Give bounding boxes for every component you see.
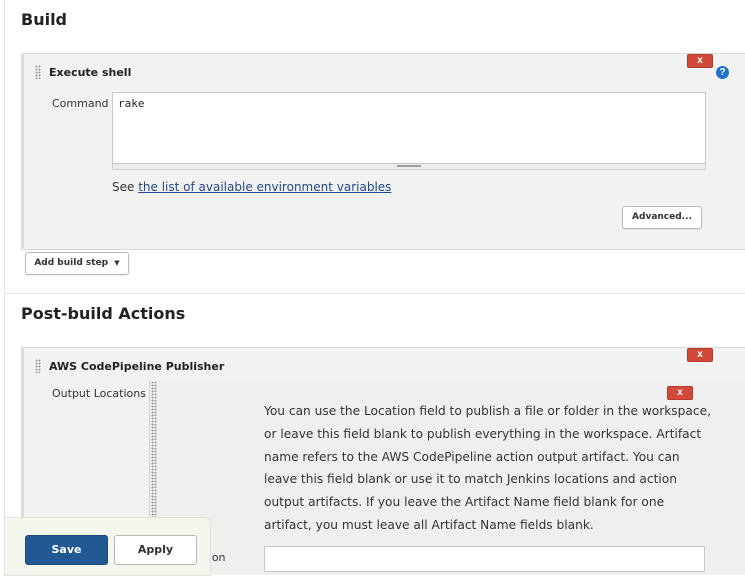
drag-handle-icon[interactable] xyxy=(35,359,41,373)
apply-button[interactable]: Apply xyxy=(114,535,197,565)
delete-publisher-button[interactable]: x xyxy=(687,348,713,362)
command-label: Command xyxy=(52,97,109,110)
drag-handle-icon[interactable] xyxy=(35,65,41,79)
textarea-resize-bar[interactable] xyxy=(112,164,706,170)
output-locations-label: Output Locations xyxy=(52,387,146,400)
location-info-text: You can use the Location field to publis… xyxy=(264,404,711,532)
execute-shell-left-rule xyxy=(21,53,24,248)
delete-step-button[interactable]: x xyxy=(687,54,713,68)
delete-location-button[interactable]: x xyxy=(667,386,693,400)
add-build-step-button[interactable]: Add build step ▼ xyxy=(25,252,129,275)
page-left-border xyxy=(4,0,5,574)
env-vars-link[interactable]: the list of available environment variab… xyxy=(138,180,391,194)
codepipeline-title: AWS CodePipeline Publisher xyxy=(49,360,225,373)
location-input[interactable] xyxy=(264,546,705,572)
env-vars-line: See the list of available environment va… xyxy=(112,180,391,194)
add-build-step-label: Add build step xyxy=(34,258,109,268)
section-divider xyxy=(5,293,745,294)
resize-grip-icon xyxy=(397,165,421,167)
help-icon[interactable]: ? xyxy=(716,66,729,79)
dropdown-caret-icon: ▼ xyxy=(114,259,120,267)
command-textarea[interactable]: rake xyxy=(112,92,706,164)
advanced-button[interactable]: Advanced... xyxy=(622,206,702,229)
post-build-section-title: Post-build Actions xyxy=(21,304,186,323)
build-section-title: Build xyxy=(21,10,68,29)
save-button[interactable]: Save xyxy=(25,535,108,565)
execute-shell-title: Execute shell xyxy=(49,66,132,79)
see-text: See xyxy=(112,180,139,194)
